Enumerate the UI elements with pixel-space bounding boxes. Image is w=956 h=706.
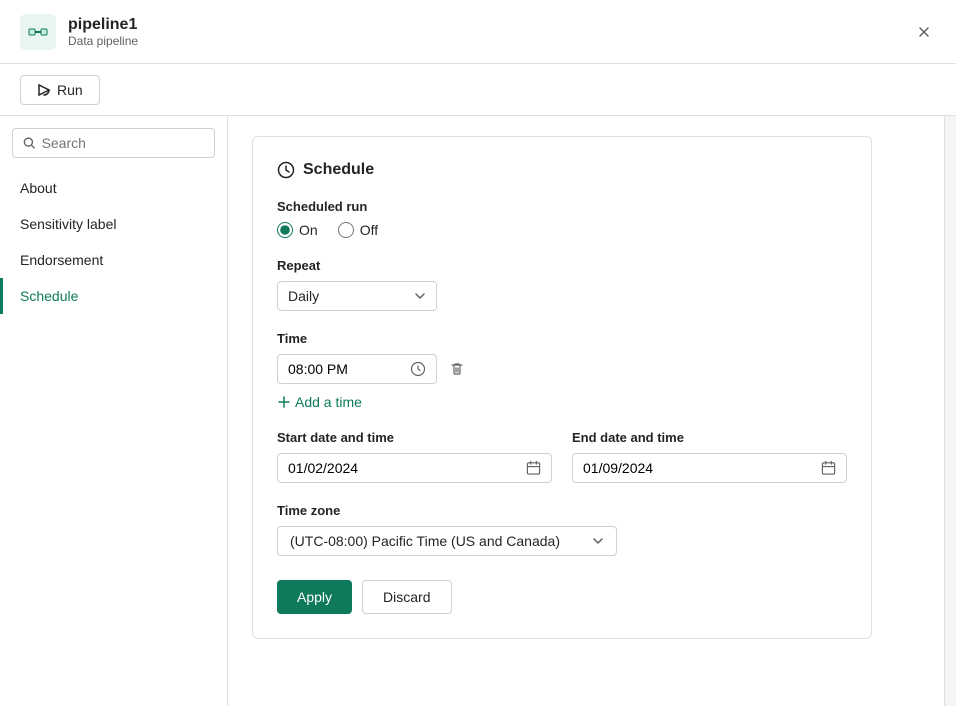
search-box[interactable] bbox=[12, 128, 215, 158]
header-left: pipeline1 Data pipeline bbox=[20, 14, 138, 50]
radio-group-scheduled-run: On Off bbox=[277, 222, 847, 238]
repeat-select[interactable]: Daily bbox=[277, 281, 437, 311]
calendar-icon bbox=[526, 460, 541, 476]
apply-button[interactable]: Apply bbox=[277, 580, 352, 614]
scheduled-run-label: Scheduled run bbox=[277, 199, 847, 214]
timezone-label: Time zone bbox=[277, 503, 847, 518]
clock-icon bbox=[410, 361, 426, 377]
app-subtitle: Data pipeline bbox=[68, 34, 138, 48]
repeat-group: Repeat Daily bbox=[277, 258, 847, 311]
end-date-label: End date and time bbox=[572, 430, 847, 445]
radio-off-option[interactable]: Off bbox=[338, 222, 378, 238]
sidebar-item-sensitivity-label[interactable]: Sensitivity label bbox=[0, 206, 227, 242]
start-date-field: Start date and time bbox=[277, 430, 552, 483]
schedule-clock-icon bbox=[277, 161, 295, 179]
time-input-wrapper bbox=[277, 354, 437, 384]
start-date-label: Start date and time bbox=[277, 430, 552, 445]
pipeline-app-icon bbox=[20, 14, 56, 50]
content-area: Schedule Scheduled run On Off bbox=[228, 116, 944, 706]
time-row bbox=[277, 354, 847, 384]
run-button[interactable]: Run bbox=[20, 75, 100, 105]
time-group: Time bbox=[277, 331, 847, 410]
app-header: pipeline1 Data pipeline bbox=[0, 0, 956, 64]
timezone-group: Time zone (UTC-08:00) Pacific Time (US a… bbox=[277, 503, 847, 556]
sidebar: About Sensitivity label Endorsement Sche… bbox=[0, 116, 228, 706]
app-title: pipeline1 bbox=[68, 16, 138, 34]
sidebar-item-schedule[interactable]: Schedule bbox=[0, 278, 227, 314]
trash-icon bbox=[449, 361, 465, 377]
radio-off-input[interactable] bbox=[338, 222, 354, 238]
repeat-label: Repeat bbox=[277, 258, 847, 273]
start-date-input-wrapper bbox=[277, 453, 552, 483]
end-date-field: End date and time bbox=[572, 430, 847, 483]
date-row: Start date and time End date and time bbox=[277, 430, 847, 483]
close-button[interactable] bbox=[912, 20, 936, 44]
scrollbar-track[interactable] bbox=[944, 116, 956, 706]
radio-on-label: On bbox=[299, 222, 318, 238]
toolbar: Run bbox=[0, 64, 956, 116]
end-date-input-wrapper bbox=[572, 453, 847, 483]
timezone-select[interactable]: (UTC-08:00) Pacific Time (US and Canada) bbox=[277, 526, 617, 556]
chevron-down-timezone-icon bbox=[592, 535, 604, 547]
header-title-group: pipeline1 Data pipeline bbox=[68, 16, 138, 48]
sidebar-item-about[interactable]: About bbox=[0, 170, 227, 206]
main-layout: About Sensitivity label Endorsement Sche… bbox=[0, 116, 956, 706]
sidebar-item-endorsement[interactable]: Endorsement bbox=[0, 242, 227, 278]
date-group: Start date and time End date and time bbox=[277, 430, 847, 483]
radio-on-option[interactable]: On bbox=[277, 222, 318, 238]
schedule-card: Schedule Scheduled run On Off bbox=[252, 136, 872, 639]
search-input[interactable] bbox=[42, 135, 204, 151]
plus-icon bbox=[277, 395, 291, 409]
radio-off-label: Off bbox=[360, 222, 378, 238]
time-input[interactable] bbox=[288, 361, 388, 377]
schedule-card-header: Schedule bbox=[277, 161, 847, 179]
start-date-input[interactable] bbox=[288, 460, 526, 476]
end-date-input[interactable] bbox=[583, 460, 821, 476]
delete-time-button[interactable] bbox=[445, 357, 469, 381]
scheduled-run-group: Scheduled run On Off bbox=[277, 199, 847, 238]
radio-on-input[interactable] bbox=[277, 222, 293, 238]
search-icon bbox=[23, 136, 36, 150]
calendar-end-icon bbox=[821, 460, 836, 476]
time-label: Time bbox=[277, 331, 847, 346]
chevron-down-icon bbox=[414, 290, 426, 302]
discard-button[interactable]: Discard bbox=[362, 580, 451, 614]
add-time-link[interactable]: Add a time bbox=[277, 394, 362, 410]
action-row: Apply Discard bbox=[277, 580, 847, 614]
